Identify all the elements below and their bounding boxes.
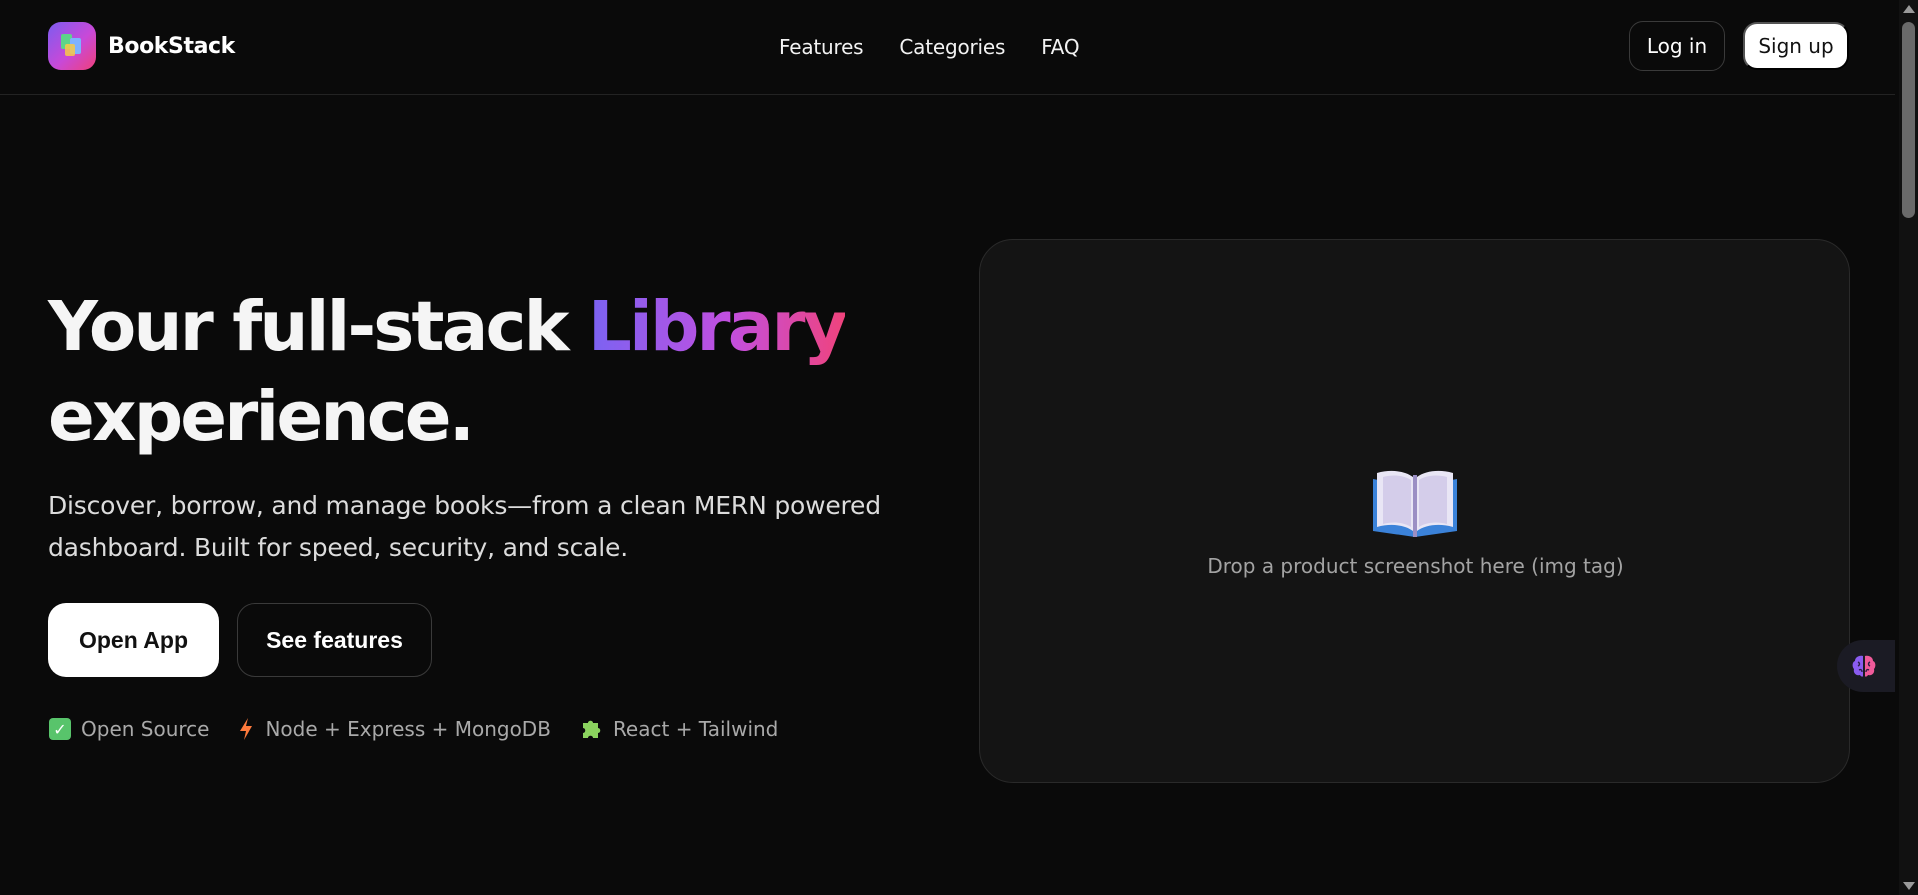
page-scrollbar[interactable] [1899, 0, 1918, 895]
scroll-down-arrow-icon[interactable] [1903, 882, 1915, 890]
top-navbar: BookStack Features Categories FAQ Log in… [0, 0, 1895, 95]
hero-title: Your full-stack Library experience. [48, 282, 948, 462]
badge-open-source: ✓ Open Source [49, 717, 209, 741]
tech-badges: ✓ Open Source Node + Express + MongoDB R… [49, 717, 806, 741]
badge-backend-stack: Node + Express + MongoDB [237, 717, 551, 741]
badge-frontend-stack: React + Tailwind [579, 717, 778, 741]
nav-link-categories[interactable]: Categories [899, 35, 1005, 59]
see-features-button[interactable]: See features [237, 603, 432, 677]
lightning-icon [237, 717, 255, 741]
puzzle-icon [579, 717, 603, 741]
nav-link-faq[interactable]: FAQ [1041, 35, 1079, 59]
badge-label: Node + Express + MongoDB [265, 717, 551, 741]
badge-label: React + Tailwind [612, 717, 779, 741]
page: BookStack Features Categories FAQ Log in… [0, 0, 1918, 895]
check-icon: ✓ [49, 718, 71, 740]
open-book-icon [1373, 470, 1457, 537]
scroll-thumb[interactable] [1902, 22, 1915, 218]
hero-subtitle: Discover, borrow, and manage books—from … [48, 491, 881, 562]
floating-assistant-button[interactable] [1837, 640, 1895, 692]
signup-button[interactable]: Sign up [1743, 22, 1849, 70]
open-app-button[interactable]: Open App [48, 603, 219, 677]
nav-link-features[interactable]: Features [779, 35, 864, 59]
placeholder-caption: Drop a product screenshot here (img tag) [1207, 554, 1624, 578]
brand-link[interactable]: BookStack [48, 22, 235, 70]
login-button[interactable]: Log in [1629, 21, 1725, 71]
hero-title-end: experience. [48, 377, 475, 457]
bookstack-logo-icon [48, 22, 96, 70]
hero-title-main: Your full-stack [48, 287, 588, 367]
scroll-up-arrow-icon[interactable] [1903, 5, 1915, 13]
brain-icon [1852, 655, 1876, 677]
main-nav: Features Categories FAQ [779, 35, 1115, 59]
brand-name: BookStack [108, 33, 235, 59]
screenshot-placeholder-card: Drop a product screenshot here (img tag) [979, 239, 1850, 783]
badge-label: Open Source [81, 717, 210, 741]
hero-title-accent: Library [587, 287, 848, 367]
